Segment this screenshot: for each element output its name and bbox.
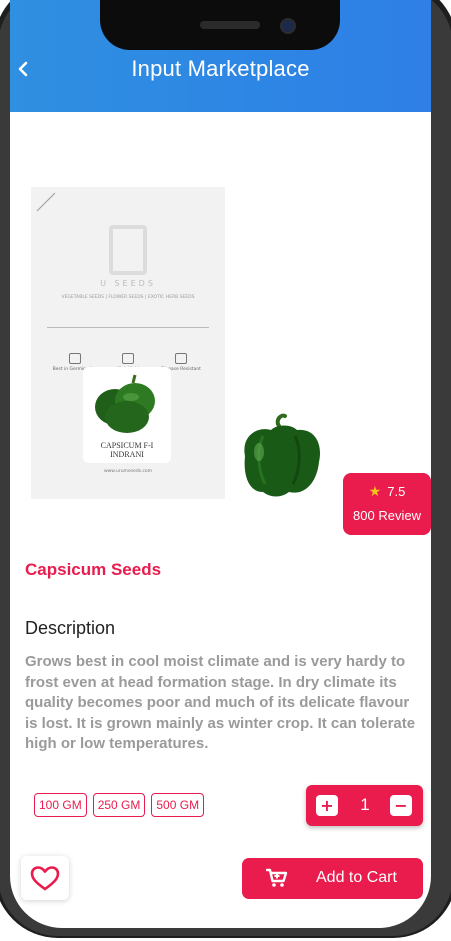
product-name: Capsicum Seeds [25, 560, 162, 579]
description-text: Grows best in cool moist climate and is … [25, 653, 416, 752]
quantity-stepper: + 1 − [306, 785, 423, 826]
heart-icon [30, 866, 60, 891]
phone-mockup: Input Marketplace U SEEDS VEGETABLE SEED… [0, 0, 451, 941]
decrement-button[interactable]: − [390, 795, 412, 816]
rating-badge: ★ 7.5 800 Review [343, 473, 431, 535]
size-option-250gm[interactable]: 250 GM [92, 793, 146, 817]
package-subtitle: VEGETABLE SEEDS | FLOWER SEEDS | EXOTIC … [61, 295, 195, 300]
package-url: www.urumseeds.com [103, 469, 153, 474]
review-count: 800 Review [353, 508, 421, 523]
front-camera [280, 18, 296, 34]
app-screen: Input Marketplace U SEEDS VEGETABLE SEED… [10, 0, 431, 928]
speaker-grille [200, 21, 260, 29]
add-to-cart-label: Add to Cart [316, 869, 397, 886]
star-icon: ★ [368, 483, 382, 499]
description-heading: Description [25, 618, 116, 638]
package-brand: U SEEDS [100, 279, 156, 288]
capsicum-cluster-icon [95, 374, 155, 433]
page-title: Input Marketplace [131, 56, 310, 81]
phone-notch [100, 0, 340, 50]
package-variety-name: CAPSICUM F-I INDRANI [100, 441, 154, 459]
pouch-top-icon [36, 192, 147, 275]
capsicum-image[interactable] [235, 412, 325, 498]
add-to-cart-button[interactable]: Add to Cart [242, 858, 423, 899]
package-divider [47, 327, 209, 328]
size-options: 100 GM 250 GM 500 GM [34, 793, 205, 817]
product-image-package[interactable]: U SEEDS VEGETABLE SEEDS | FLOWER SEEDS |… [31, 187, 225, 499]
package-window: CAPSICUM F-I INDRANI [83, 367, 171, 463]
increment-button[interactable]: + [316, 795, 338, 816]
size-option-100gm[interactable]: 100 GM [34, 793, 87, 817]
rating-value: 7.5 [387, 484, 406, 499]
favorite-button[interactable] [21, 856, 69, 900]
cart-icon [266, 868, 288, 887]
app-header: Input Marketplace [10, 0, 431, 112]
size-option-500gm[interactable]: 500 GM [151, 793, 205, 817]
quantity-value: 1 [360, 795, 370, 814]
